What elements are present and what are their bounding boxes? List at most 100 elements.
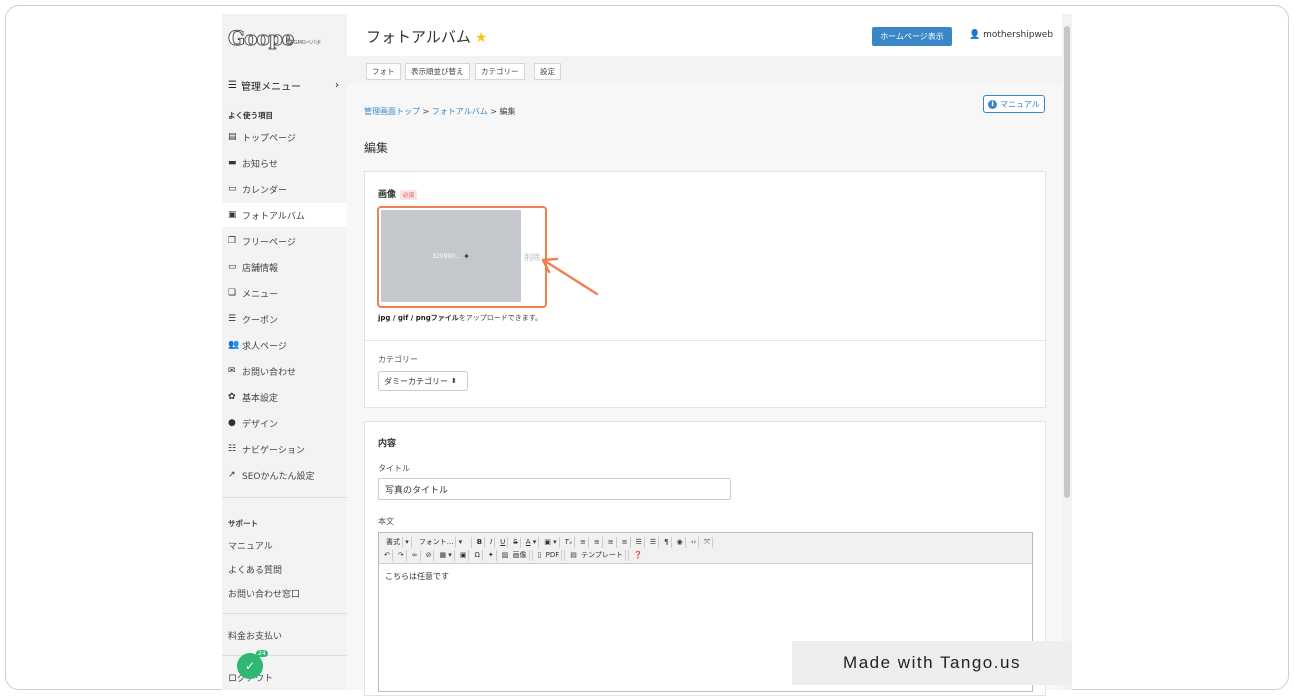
underline-button[interactable]: U bbox=[498, 536, 509, 548]
link-icon[interactable]: ∞ bbox=[410, 549, 421, 561]
book-icon: ❏ bbox=[228, 288, 237, 298]
insert-pdf-button[interactable]: ▯ PDF bbox=[536, 549, 566, 561]
redo-icon[interactable]: ↷ bbox=[396, 549, 407, 561]
body-label: 本文 bbox=[378, 517, 394, 526]
sidebar-item-jobs[interactable]: 👥 求人ページ bbox=[222, 333, 347, 357]
sidebar-item-calendar[interactable]: ▭ カレンダー bbox=[222, 177, 347, 201]
file-type-note: jpg / gif / pngファイルをアップロードできます。 bbox=[378, 314, 543, 322]
special-char-icon[interactable]: Ω bbox=[472, 549, 483, 561]
preview-icon[interactable]: ◉ bbox=[675, 536, 686, 548]
sidebar-item-design[interactable]: ● デザイン bbox=[222, 411, 347, 435]
page-title: フォトアルバム ★ bbox=[366, 28, 488, 46]
scrollbar-thumb[interactable] bbox=[1064, 26, 1070, 498]
tab-display-order[interactable]: 表示順並び替え bbox=[405, 63, 470, 80]
sidebar-support-manual[interactable]: マニュアル bbox=[228, 539, 273, 552]
document-icon: ▤ bbox=[228, 132, 237, 142]
star-icon[interactable]: ★ bbox=[475, 30, 488, 46]
notification-count: 24 bbox=[256, 650, 268, 657]
strikethrough-button[interactable]: S bbox=[511, 536, 521, 548]
align-left-icon[interactable]: ≡ bbox=[578, 536, 589, 548]
username: mothershipweb bbox=[983, 30, 1054, 40]
sidebar-item-photo-album[interactable]: ▣ フォトアルバム bbox=[222, 203, 347, 227]
people-icon: 👥 bbox=[228, 340, 240, 350]
bullet-list-icon[interactable]: ☰ bbox=[634, 536, 645, 548]
table-icon[interactable]: ▦ ▾ bbox=[437, 549, 455, 561]
sidebar-item-news[interactable]: ▬ お知らせ bbox=[222, 151, 347, 175]
unlink-icon[interactable]: ⊘ bbox=[424, 549, 435, 561]
tab-settings[interactable]: 設定 bbox=[534, 63, 561, 80]
breadcrumb-current: 編集 bbox=[499, 107, 516, 116]
store-icon: ▭ bbox=[228, 262, 237, 272]
image-card: 画像 必須 320900… ✦ 削除 jpg / gif / pngファイルをアッ… bbox=[364, 171, 1046, 408]
logo-subtext: by GMOペパボ bbox=[286, 40, 321, 46]
sidebar-divider bbox=[222, 497, 347, 498]
sidebar-item-navigation[interactable]: ☷ ナビゲーション bbox=[222, 437, 347, 461]
breadcrumb-album[interactable]: フォトアルバム bbox=[432, 107, 488, 116]
user-icon: 👤 bbox=[969, 30, 981, 40]
tango-watermark: Made with Tango.us bbox=[792, 641, 1072, 685]
admin-menu-toggle[interactable]: ☰ 管理メニュー › bbox=[222, 74, 347, 96]
clear-format-icon[interactable]: Tₓ bbox=[563, 536, 576, 548]
tab-photo[interactable]: フォト bbox=[366, 63, 401, 80]
highlight-box bbox=[377, 206, 547, 308]
font-dropdown[interactable]: フォント... ▾ bbox=[415, 536, 472, 548]
category-label: カテゴリー bbox=[378, 355, 418, 364]
find-icon[interactable]: ✦ bbox=[486, 549, 497, 561]
frequent-section-heading: よく使う項目 bbox=[228, 111, 273, 120]
photo-icon: ▣ bbox=[228, 210, 237, 220]
view-homepage-button[interactable]: ホームページ表示 bbox=[872, 27, 952, 46]
card-separator bbox=[365, 340, 1045, 341]
editor-toolbar: 書式 ▾ フォント... ▾ B I U S A ▾ ▣ ▾ Tₓ ≡ ≡ ≡ … bbox=[379, 533, 1032, 564]
gear-icon: ✿ bbox=[228, 392, 236, 402]
user-menu[interactable]: 👤 mothershipweb bbox=[969, 30, 1053, 40]
sidebar-divider bbox=[222, 613, 347, 614]
fullscreen-icon[interactable]: ⤧ bbox=[702, 536, 713, 548]
text-color-button[interactable]: A ▾ bbox=[524, 536, 540, 548]
list-icon: ☷ bbox=[228, 444, 237, 454]
bg-color-button[interactable]: ▣ ▾ bbox=[542, 536, 560, 548]
top-header: フォトアルバム ★ ホームページ表示 👤 mothershipweb bbox=[347, 14, 1062, 56]
sidebar-billing[interactable]: 料金お支払い bbox=[228, 629, 282, 642]
palette-icon: ● bbox=[228, 418, 236, 428]
align-center-icon[interactable]: ≡ bbox=[592, 536, 603, 548]
sidebar: Goope by GMOペパボ ☰ 管理メニュー › よく使う項目 ▤ トップペー… bbox=[222, 14, 347, 690]
goope-logo[interactable]: Goope by GMOペパボ bbox=[227, 20, 340, 54]
insert-image-button[interactable]: ▨ 画像 bbox=[500, 549, 533, 561]
breadcrumb-home[interactable]: 管理画面トップ bbox=[364, 107, 420, 116]
help-icon[interactable]: ❓ bbox=[632, 550, 645, 561]
justify-icon[interactable]: ≡ bbox=[620, 536, 631, 548]
media-icon[interactable]: ▣ bbox=[458, 549, 470, 561]
align-right-icon[interactable]: ≡ bbox=[606, 536, 617, 548]
sidebar-item-coupon[interactable]: ☰ クーポン bbox=[222, 307, 347, 331]
manual-button[interactable]: i マニュアル bbox=[983, 95, 1045, 113]
sidebar-item-basic-settings[interactable]: ✿ 基本設定 bbox=[222, 385, 347, 409]
required-badge: 必須 bbox=[400, 189, 418, 200]
category-select[interactable]: ダミーカテゴリー ⬍ bbox=[378, 371, 468, 391]
sidebar-item-store-info[interactable]: ▭ 店舗情報 bbox=[222, 255, 347, 279]
info-icon: i bbox=[988, 99, 998, 109]
title-input[interactable]: 写真のタイトル bbox=[378, 478, 731, 500]
sidebar-item-menu[interactable]: ❏ メニュー bbox=[222, 281, 347, 305]
format-dropdown[interactable]: 書式 ▾ bbox=[382, 536, 412, 548]
undo-icon[interactable]: ↶ bbox=[382, 549, 393, 561]
source-code-icon[interactable]: ‹› bbox=[689, 536, 700, 548]
sidebar-item-seo[interactable]: ↗ SEOかんたん設定 bbox=[222, 463, 347, 487]
sidebar-item-contact[interactable]: ✉ お問い合わせ bbox=[222, 359, 347, 383]
numbered-list-icon[interactable]: ☰ bbox=[648, 536, 660, 548]
chart-icon: ↗ bbox=[228, 470, 236, 480]
content-heading: 内容 bbox=[378, 439, 397, 449]
paragraph-icon[interactable]: ¶ bbox=[662, 536, 672, 548]
pages-icon: ❐ bbox=[228, 236, 237, 246]
italic-button[interactable]: I bbox=[488, 536, 496, 548]
tab-category[interactable]: カテゴリー bbox=[475, 63, 525, 80]
sidebar-item-top-page[interactable]: ▤ トップページ bbox=[222, 125, 347, 149]
sidebar-item-free-page[interactable]: ❐ フリーページ bbox=[222, 229, 347, 253]
scrollbar[interactable] bbox=[1062, 14, 1072, 690]
sidebar-support-faq[interactable]: よくある質問 bbox=[228, 563, 282, 576]
bold-button[interactable]: B bbox=[475, 536, 486, 548]
title-label: タイトル bbox=[378, 464, 410, 473]
sidebar-support-contact[interactable]: お問い合わせ窓口 bbox=[228, 587, 300, 600]
editor-body-text[interactable]: こちらは任意です bbox=[385, 571, 449, 582]
insert-template-button[interactable]: ▤ テンプレート bbox=[568, 549, 629, 561]
main-content: i マニュアル 管理画面トップ > フォトアルバム > 編集 編集 画像 必須 3… bbox=[347, 84, 1062, 696]
